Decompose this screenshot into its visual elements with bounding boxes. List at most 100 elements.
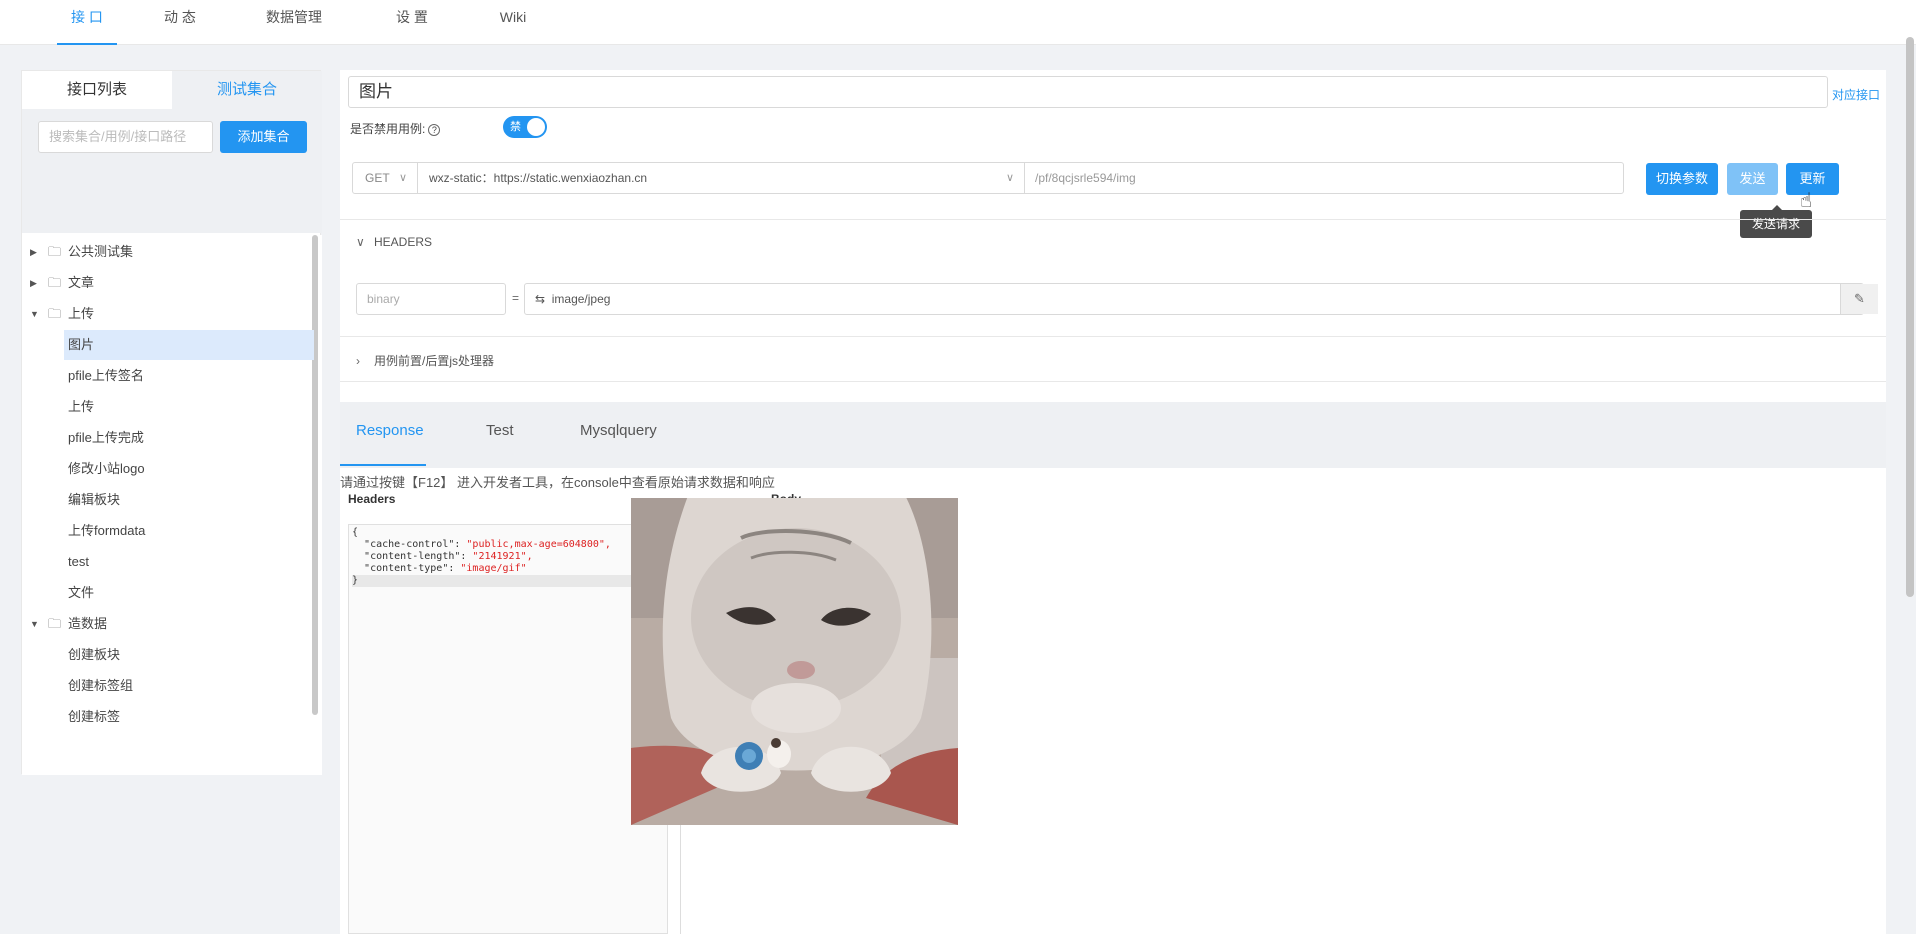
disable-toggle[interactable]: 禁	[503, 116, 547, 138]
f12-hint: 请通过按键【F12】 进入开发者工具，在console中查看原始请求数据和响应	[340, 475, 775, 490]
folder-icon: 🗀	[48, 616, 62, 631]
tree-item-label: 创建标签	[68, 709, 121, 724]
path-input[interactable]: /pf/8qcjsrle594/img	[1024, 162, 1624, 194]
equals-sign: =	[512, 291, 520, 305]
response-body-image	[631, 498, 958, 825]
tree-item-label: 创建板块	[68, 647, 121, 662]
script-section-title: 用例前置/后置js处理器	[374, 354, 495, 368]
method-value: GET	[365, 171, 390, 185]
related-interface-link[interactable]: 对应接口	[1832, 86, 1880, 103]
tree-leaf[interactable]: 创建板块	[22, 640, 314, 670]
script-section-head[interactable]: › 用例前置/后置js处理器	[356, 352, 494, 369]
env-select[interactable]: wxz-static：https://static.wenxiaozhan.cn…	[417, 162, 1025, 194]
edit-icon[interactable]: ✎	[1840, 284, 1878, 314]
switch-params-button[interactable]: 切换参数	[1646, 163, 1718, 195]
tab-mysqlquery[interactable]: Mysqlquery	[580, 422, 657, 439]
top-nav: 接 口 动 态 数据管理 设 置 Wiki	[0, 0, 1916, 45]
env-value: wxz-static：https://static.wenxiaozhan.cn	[429, 171, 648, 185]
disable-case-text: 是否禁用用例:	[350, 122, 426, 136]
search-input[interactable]: 搜索集合/用例/接口路径	[38, 121, 213, 153]
caret-right-icon[interactable]: ▶	[30, 268, 37, 298]
code-line: }	[352, 575, 664, 587]
tree-leaf[interactable]: pfile上传签名	[22, 361, 314, 391]
tree-leaf[interactable]: 图片	[64, 330, 314, 360]
left-tabs: 接口列表 测试集合	[22, 71, 322, 109]
tree-leaf[interactable]: pfile上传完成	[22, 423, 314, 453]
collection-tree: ▶ 🗀 公共测试集 ▶ 🗀 文章 ▼ 🗀 上传 图片 pfile上传签名 上传 pfile上传完成 修改小…	[22, 235, 322, 775]
tree-folder[interactable]: ▶ 🗀 文章	[22, 268, 314, 298]
tree-item-label: pfile上传签名	[68, 368, 144, 383]
chevron-right-icon: ›	[356, 354, 360, 368]
nav-tab-activity[interactable]: 动 态	[160, 0, 200, 45]
tree-item-label: 上传	[68, 399, 95, 414]
tree-item-label: 编辑板块	[68, 492, 121, 507]
page-scrollbar[interactable]	[1906, 37, 1914, 597]
folder-icon: 🗀	[48, 306, 62, 321]
tree-leaf[interactable]: 文件	[22, 578, 314, 608]
header-key-input[interactable]: binary	[356, 283, 506, 315]
swap-icon: ⇆	[535, 292, 552, 306]
tree-leaf[interactable]: 上传formdata	[22, 516, 314, 546]
help-icon[interactable]: ?	[428, 124, 441, 136]
tree-item-label: test	[68, 554, 89, 569]
nav-tab-data-management[interactable]: 数据管理	[263, 0, 325, 45]
tree-folder[interactable]: ▼ 🗀 造数据	[22, 609, 314, 639]
hand-cursor-icon: ☝	[1800, 190, 1813, 212]
tab-test-collection[interactable]: 测试集合	[172, 71, 322, 109]
search-row: 搜索集合/用例/接口路径 添加集合	[22, 109, 322, 233]
method-select[interactable]: GET ∨	[352, 162, 418, 194]
tab-interface-list[interactable]: 接口列表	[22, 71, 172, 109]
nav-tab-interface[interactable]: 接 口	[57, 0, 117, 45]
tree-item-label: 造数据	[68, 616, 108, 631]
tree-item-label: 创建标签组	[68, 678, 134, 693]
disable-case-label: 是否禁用用例:?	[350, 120, 441, 137]
tree-item-label: 图片	[68, 337, 95, 352]
nav-tab-wiki[interactable]: Wiki	[495, 0, 531, 45]
tree-item-label: 上传formdata	[68, 523, 146, 538]
main-card: 图片 对应接口 是否禁用用例:? 禁 GET ∨ wxz-static：http…	[340, 70, 1886, 934]
chevron-down-icon: ∨	[398, 172, 407, 184]
caret-down-icon[interactable]: ▼	[30, 609, 39, 639]
tree-folder[interactable]: ▼ 🗀 上传	[22, 299, 314, 329]
tree-item-label: 修改小站logo	[68, 461, 145, 476]
tree-leaf[interactable]: 编辑板块	[22, 485, 314, 515]
tree-leaf[interactable]: 创建标签	[22, 702, 314, 732]
code-line: "cache-control": "public,max-age=604800"…	[364, 539, 611, 550]
code-line: "content-type": "image/gif"	[364, 563, 527, 574]
nav-tab-settings[interactable]: 设 置	[392, 0, 432, 45]
tab-response[interactable]: Response	[356, 422, 424, 439]
headers-section-title: HEADERS	[374, 235, 433, 249]
left-panel: 接口列表 测试集合 搜索集合/用例/接口路径 添加集合 ▶ 🗀 公共测试集 ▶ 🗀 文章 ▼…	[21, 70, 322, 775]
tree-leaf[interactable]: 上传	[22, 392, 314, 422]
active-tab-indicator	[340, 464, 426, 466]
headers-title: Headers	[348, 492, 396, 506]
tab-test[interactable]: Test	[486, 422, 514, 439]
response-headers-code[interactable]: { "cache-control": "public,max-age=60480…	[348, 524, 668, 934]
caret-right-icon[interactable]: ▶	[30, 237, 37, 267]
caret-down-icon[interactable]: ▼	[30, 299, 39, 329]
tree-item-label: 文件	[68, 585, 95, 600]
code-line: {	[352, 527, 359, 538]
chevron-down-icon: ∨	[356, 235, 365, 249]
tree-item-label: pfile上传完成	[68, 430, 144, 445]
tree-folder[interactable]: ▶ 🗀 公共测试集	[22, 237, 314, 267]
script-section[interactable]: › 用例前置/后置js处理器	[340, 336, 1886, 382]
header-value-input[interactable]: ⇆ image/jpeg	[524, 283, 1864, 315]
case-name-input[interactable]: 图片	[348, 76, 1828, 108]
chevron-down-icon: ∨	[1005, 172, 1014, 184]
tree-leaf[interactable]: 创建标签组	[22, 671, 314, 701]
tree-item-label: 文章	[68, 275, 95, 290]
headers-section-head[interactable]: ∨ HEADERS	[356, 235, 432, 249]
toggle-text: 禁	[510, 121, 521, 133]
add-collection-button[interactable]: 添加集合	[220, 121, 307, 153]
tree-leaf[interactable]: test	[22, 547, 314, 577]
update-button[interactable]: 更新	[1786, 163, 1839, 195]
header-value-text: image/jpeg	[551, 292, 611, 306]
code-line: "content-length": "2141921",	[364, 551, 533, 562]
tree-leaf[interactable]: 修改小站logo	[22, 454, 314, 484]
tree-item-label: 公共测试集	[68, 244, 134, 259]
toggle-knob	[527, 118, 545, 136]
send-button[interactable]: 发送	[1727, 163, 1778, 195]
tree-item-label: 上传	[68, 306, 95, 321]
headers-section[interactable]: ∨ HEADERS	[340, 219, 1886, 265]
